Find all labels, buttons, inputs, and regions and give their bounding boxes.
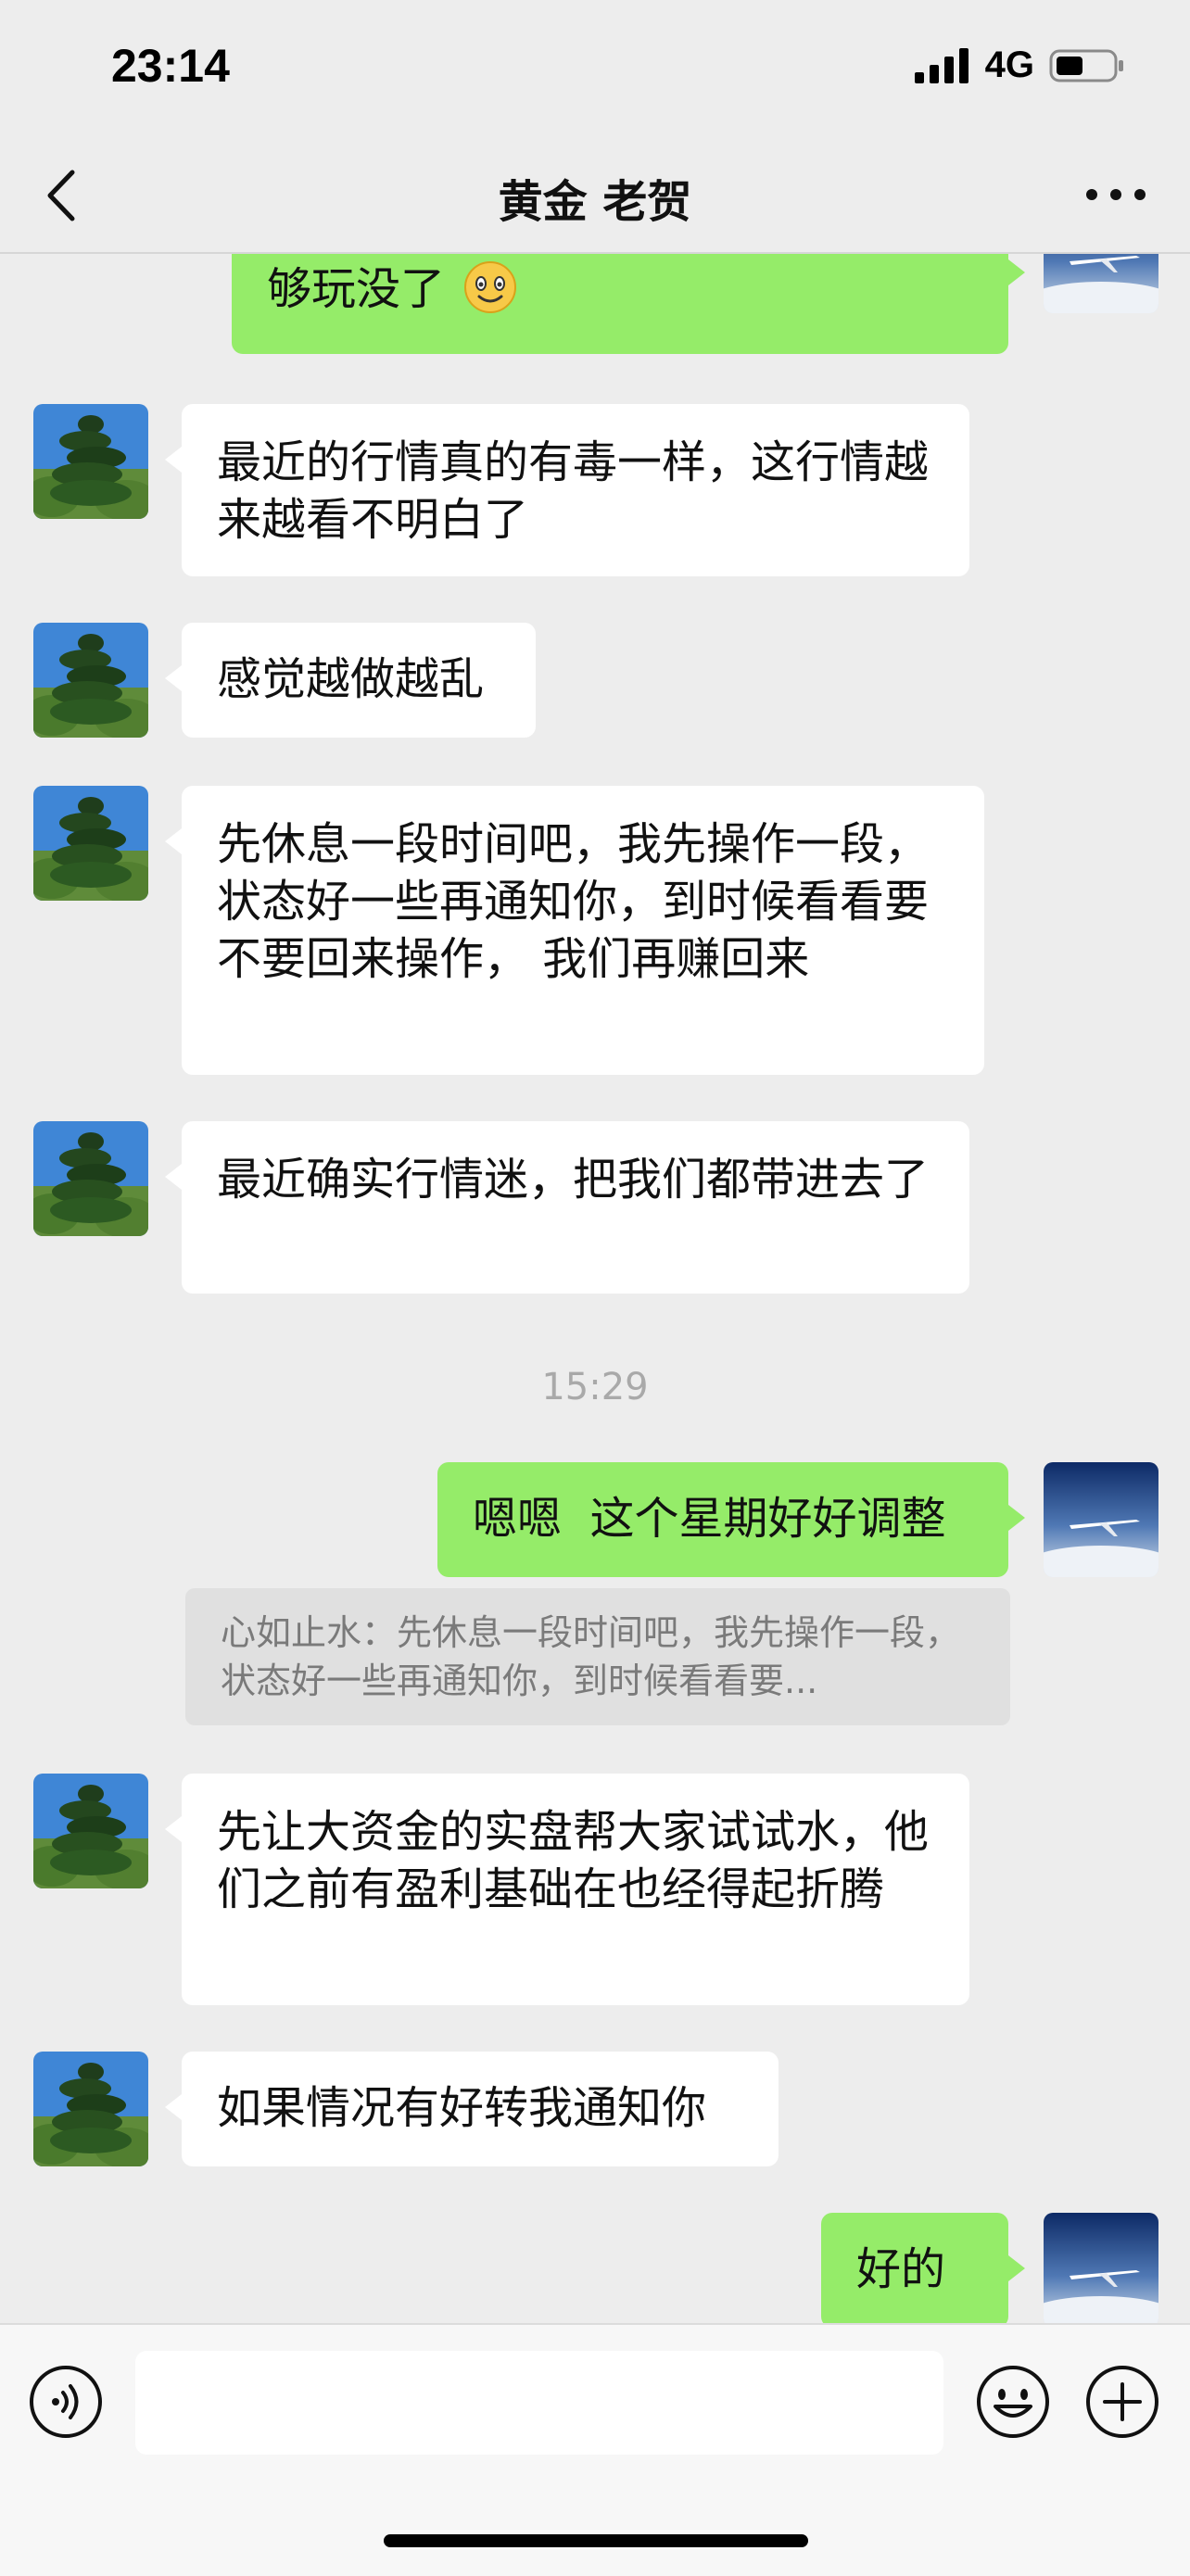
input-bar [0, 2323, 1190, 2576]
chat-title: 黄金 老贺 [498, 176, 692, 228]
home-indicator [384, 2534, 808, 2547]
message-text: 如果情况有好转我通知你 [217, 2082, 707, 2134]
battery-icon [1049, 49, 1123, 82]
nav-bar: 黄金 老贺 [0, 139, 1190, 254]
emoji-icon[interactable] [975, 2364, 1051, 2440]
more-icon[interactable] [1079, 176, 1153, 213]
status-right: 4G [914, 44, 1125, 86]
avatar-contact[interactable] [33, 2052, 148, 2166]
message-bubble-incoming[interactable]: 先休息一段时间吧，我先操作一段，状态好一些再通知你，到时候看看要不要回来操作， … [165, 786, 984, 1075]
message-bubble-incoming[interactable]: 最近确实行情迷，把我们都带进去了 [165, 1121, 969, 1294]
message-text: 好的 [856, 2243, 946, 2295]
avatar-contact[interactable] [33, 1774, 148, 1888]
status-time: 23:14 [111, 40, 230, 92]
message-text: 先让大资金的实盘帮大家试试水，他们之前有盈利基础在也经得起折腾 [217, 1806, 930, 1915]
signal-icon [914, 47, 968, 83]
message-bubble-outgoing[interactable]: 嗯嗯 这个星期好好调整 [437, 1462, 1025, 1577]
message-text: 最近的行情真的有毒一样，这行情越来越看不明白了 [217, 436, 930, 546]
message-text: 最近确实行情迷，把我们都带进去了 [217, 1154, 930, 1206]
message-text: 够玩没了 [267, 263, 446, 315]
avatar-me[interactable] [1044, 1462, 1158, 1577]
message-bubble-incoming[interactable]: 感觉越做越乱 [165, 623, 536, 738]
message-bubble-incoming[interactable]: 先让大资金的实盘帮大家试试水，他们之前有盈利基础在也经得起折腾 [165, 1774, 969, 2005]
smiling-emoji-icon [464, 261, 517, 313]
avatar-me[interactable] [1044, 2213, 1158, 2323]
quoted-message[interactable]: 心如止水：先休息一段时间吧，我先操作一段，状态好一些再通知你，到时候看看要... [185, 1588, 1010, 1725]
message-text: 先休息一段时间吧，我先操作一段，状态好一些再通知你，到时候看看要不要回来操作， … [217, 818, 930, 985]
message-bubble-incoming[interactable]: 如果情况有好转我通知你 [165, 2052, 779, 2166]
voice-icon[interactable] [28, 2364, 104, 2440]
message-text: 嗯嗯 这个星期好好调整 [473, 1493, 946, 1545]
message-input[interactable] [135, 2351, 943, 2455]
timestamp: 15:29 [541, 1366, 649, 1408]
avatar-contact[interactable] [33, 404, 148, 519]
status-bar: 23:14 4G [0, 0, 1190, 139]
message-text: 感觉越做越乱 [217, 653, 485, 705]
avatar-me[interactable] [1044, 254, 1158, 313]
plus-icon[interactable] [1084, 2364, 1160, 2440]
avatar-contact[interactable] [33, 623, 148, 738]
quote-text: 心如止水：先休息一段时间吧，我先操作一段，状态好一些再通知你，到时候看看要... [221, 1612, 961, 1701]
message-bubble-outgoing[interactable]: 够玩没了 [232, 254, 1025, 354]
avatar-contact[interactable] [33, 786, 148, 901]
chat-area[interactable]: 够玩没了 最近的行情真的有毒一样，这行情越来越看不明白了 感觉越做越乱 先休息一… [0, 254, 1190, 2323]
avatar-contact[interactable] [33, 1121, 148, 1236]
message-bubble-incoming[interactable]: 最近的行情真的有毒一样，这行情越来越看不明白了 [165, 404, 969, 576]
network-label: 4G [984, 44, 1034, 85]
message-bubble-outgoing[interactable]: 好的 [821, 2213, 1025, 2323]
